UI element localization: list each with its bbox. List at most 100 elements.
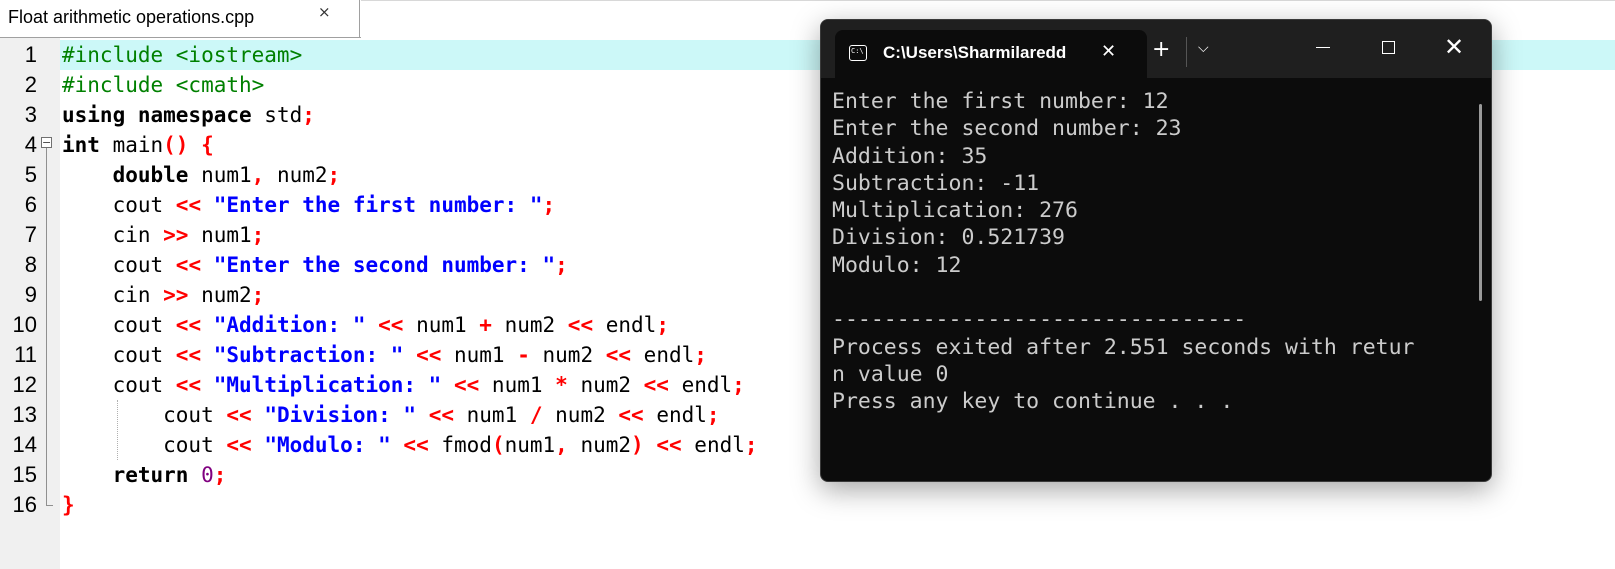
code-token: >> — [163, 223, 189, 247]
code-token: cout — [62, 193, 176, 217]
line-number: 2 — [24, 72, 37, 97]
fold-end-line — [46, 505, 53, 506]
close-icon[interactable]: ✕ — [1101, 41, 1116, 62]
code-token: num2 — [264, 163, 328, 187]
code-token: endl — [668, 373, 733, 397]
terminal-output-line: n value 0 — [832, 361, 949, 387]
code-token: << — [175, 373, 202, 397]
code-text: double num1, num2; — [62, 160, 341, 190]
code-token: endl — [643, 403, 707, 427]
code-token: ; — [251, 283, 265, 307]
line-number: 14 — [12, 432, 37, 457]
line-number: 7 — [24, 222, 37, 247]
terminal-window[interactable]: C:\ C:\Users\Sharmilaredd ✕ + ⌵ ✕ Enter … — [820, 19, 1492, 482]
chevron-down-icon[interactable]: ⌵ — [1198, 40, 1209, 56]
terminal-output-line: Enter the second number: 23 — [832, 116, 1182, 142]
code-token: "Division: " — [264, 403, 417, 427]
editor-tab-title: Float arithmetic operations.cpp — [8, 7, 255, 27]
maximize-icon[interactable] — [1382, 41, 1395, 54]
code-token: () — [163, 133, 189, 157]
minimize-icon[interactable] — [1316, 47, 1330, 48]
code-token: cin — [62, 283, 164, 307]
code-text: cout << "Modulo: " << fmod(num1, num2) <… — [62, 430, 758, 460]
code-token: << — [175, 193, 202, 217]
code-text: int main() { — [62, 130, 214, 160]
terminal-titlebar[interactable]: C:\ C:\Users\Sharmilaredd ✕ + ⌵ ✕ — [821, 20, 1491, 78]
close-tab-icon[interactable]: × — [318, 3, 331, 21]
code-token: } — [62, 493, 75, 517]
code-token: num2 — [491, 313, 568, 337]
code-token: using namespace — [62, 103, 252, 127]
code-token: , — [555, 433, 568, 457]
code-token: cout — [62, 313, 176, 337]
code-text: cout << "Subtraction: " << num1 - num2 <… — [62, 340, 707, 370]
code-token: num2 — [529, 343, 606, 367]
code-token: << — [175, 253, 202, 277]
fold-toggle-icon[interactable]: − — [41, 137, 52, 148]
terminal-output-line: Press any key to continue . . . — [832, 389, 1234, 415]
code-token: ; — [213, 463, 227, 487]
line-number: 12 — [12, 372, 37, 397]
code-line[interactable]: 16} — [0, 490, 1615, 520]
code-token: << — [226, 433, 252, 457]
code-text: using namespace std; — [62, 100, 315, 130]
code-token: "Enter the second number: " — [213, 253, 556, 277]
code-text: cout << "Enter the second number: "; — [62, 250, 568, 280]
code-token: cin — [62, 223, 164, 247]
code-token: #include <cmath> — [62, 73, 265, 97]
terminal-output-line: -------------------------------- — [832, 307, 1247, 333]
code-token: num2 — [567, 373, 644, 397]
line-number: 16 — [12, 492, 37, 517]
code-token: ; — [327, 163, 341, 187]
terminal-scrollbar[interactable] — [1479, 104, 1482, 301]
code-token: cout — [62, 433, 227, 457]
code-token: "Enter the first number: " — [213, 193, 543, 217]
line-number: 9 — [24, 282, 37, 307]
code-token: << — [453, 373, 480, 397]
code-token: ( — [491, 433, 505, 457]
editor-tab-file[interactable]: Float arithmetic operations.cpp × — [0, 0, 360, 37]
terminal-tab[interactable]: C:\ C:\Users\Sharmilaredd ✕ — [835, 30, 1147, 78]
code-token: num1 — [504, 433, 556, 457]
code-token: / — [529, 403, 543, 427]
close-window-icon[interactable]: ✕ — [1444, 33, 1464, 61]
code-text: cout << "Division: " << num1 / num2 << e… — [62, 400, 720, 430]
code-text: cin >> num2; — [62, 280, 265, 310]
code-token: * — [555, 373, 568, 397]
code-token: << — [605, 343, 632, 367]
code-token: return — [112, 463, 189, 487]
code-token: main — [99, 133, 164, 157]
code-token: 0 — [201, 463, 214, 487]
code-token: << — [567, 313, 594, 337]
code-token: fmod — [428, 433, 492, 457]
code-token: << — [643, 373, 669, 397]
code-token: ; — [555, 253, 568, 277]
code-token: << — [378, 313, 404, 337]
code-text: } — [62, 490, 75, 520]
new-tab-button[interactable]: + — [1152, 38, 1170, 62]
code-token: cout — [62, 373, 176, 397]
code-token: ; — [744, 433, 758, 457]
code-token: ; — [732, 373, 745, 397]
code-token: ; — [706, 403, 720, 427]
code-token: << — [226, 403, 252, 427]
line-number: 5 — [24, 162, 37, 187]
code-token: << — [175, 343, 202, 367]
code-token: << — [403, 433, 429, 457]
code-token: { — [201, 133, 214, 157]
line-number: 3 — [24, 102, 37, 127]
code-token: ; — [542, 193, 556, 217]
code-token: "Modulo: " — [264, 433, 391, 457]
code-token: num1 — [188, 163, 252, 187]
command-prompt-icon: C:\ — [849, 45, 867, 61]
